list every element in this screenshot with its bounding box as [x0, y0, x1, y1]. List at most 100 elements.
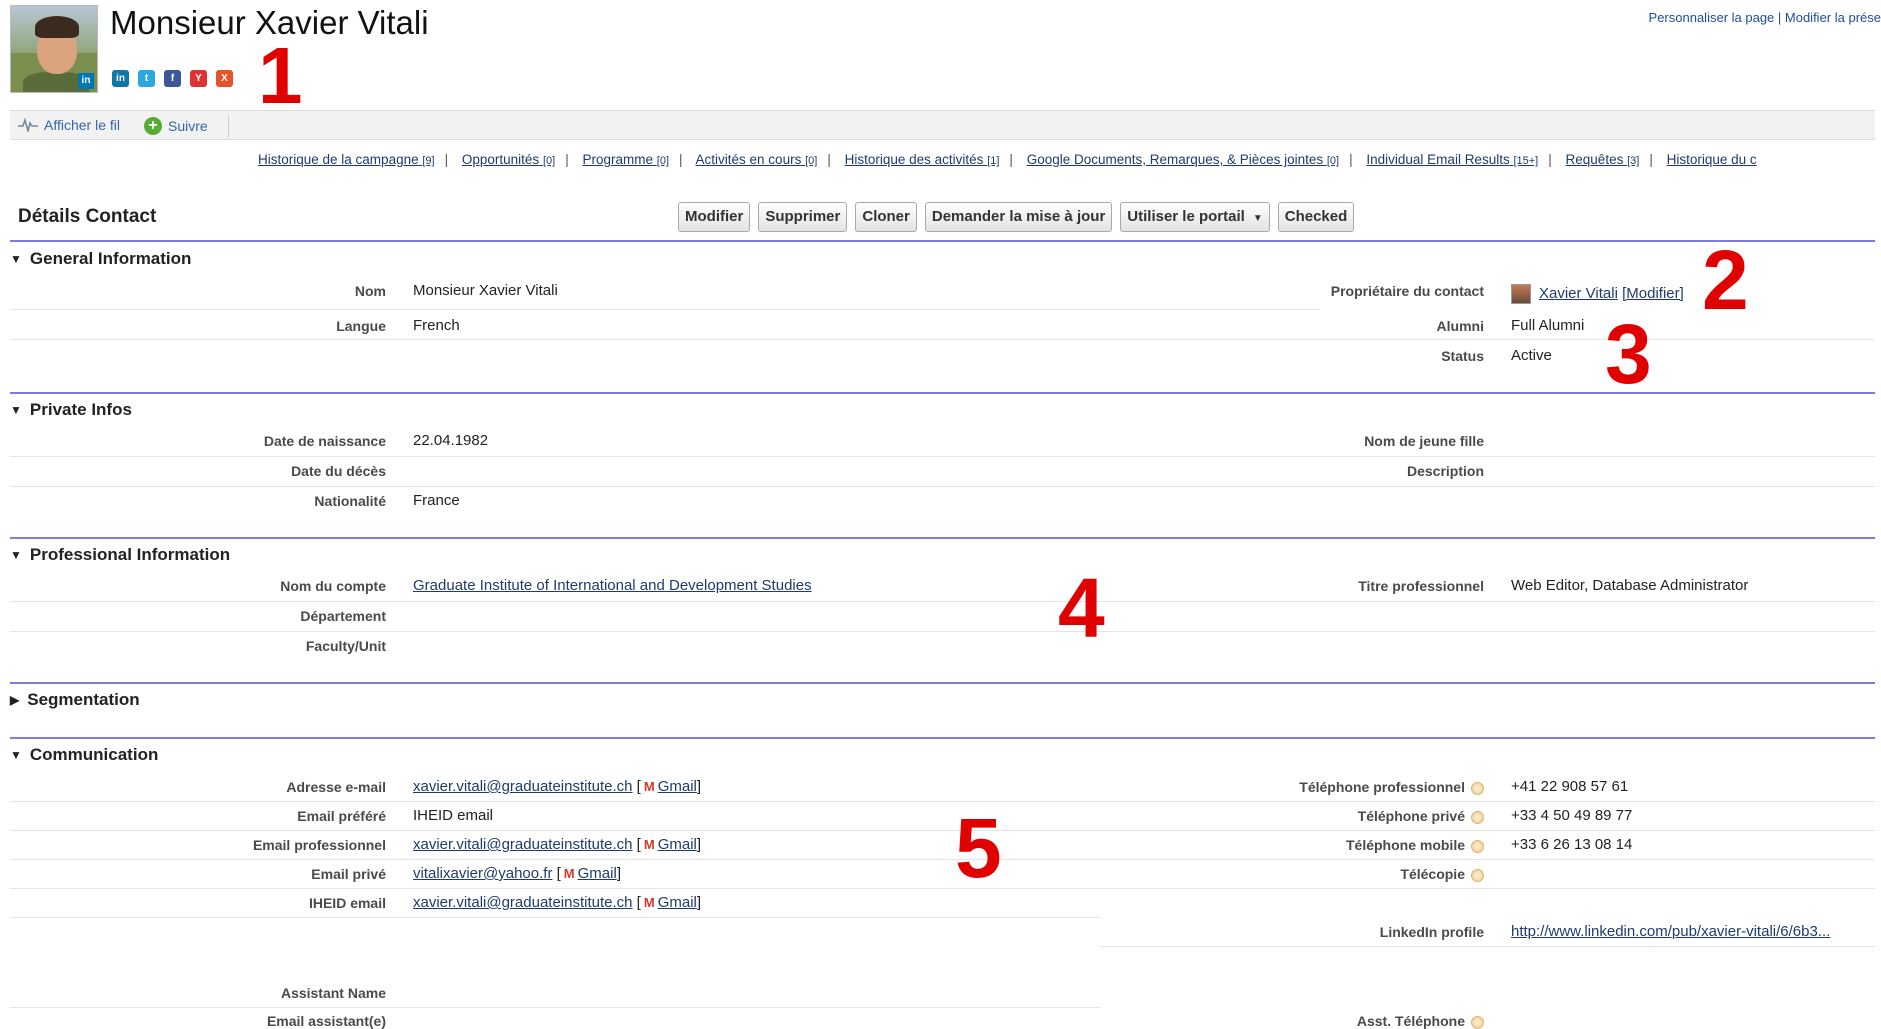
linkedin-profile-link[interactable]: http://www.linkedin.com/pub/xavier-vital…	[1511, 923, 1830, 940]
xing-icon[interactable]: X	[216, 70, 233, 87]
related-link-open-activities[interactable]: Activités en cours [0]	[696, 152, 818, 167]
section-divider	[10, 682, 1875, 684]
label-alumni: Alumni	[1436, 318, 1484, 334]
annotation-3: 3	[1605, 307, 1652, 401]
clone-button[interactable]: Cloner	[855, 202, 917, 232]
value-birthdate: 22.04.1982	[413, 432, 489, 449]
phone-dial-icon[interactable]	[1471, 781, 1484, 795]
label-private-email: Email privé	[311, 866, 386, 882]
related-link-activity-history[interactable]: Historique des activités [1]	[845, 152, 1000, 167]
row-divider	[10, 917, 1100, 918]
phone-dial-icon[interactable]	[1471, 839, 1484, 853]
section-divider	[10, 537, 1875, 539]
facebook-icon[interactable]: f	[164, 70, 181, 87]
edit-button[interactable]: Modifier	[678, 202, 751, 232]
section-professional-header[interactable]: ▼ Professional Information	[10, 545, 230, 565]
row-divider	[10, 1007, 1100, 1008]
label-private-phone: Téléphone privé	[1358, 808, 1484, 824]
section-communication-header[interactable]: ▼ Communication	[10, 745, 158, 765]
related-link-campaign-history[interactable]: Historique de la campagne [9]	[258, 152, 435, 167]
email-link[interactable]: xavier.vitali@graduateinstitute.ch	[413, 778, 633, 795]
gmail-link[interactable]: Gmail	[658, 778, 697, 795]
related-link-history[interactable]: Historique du c	[1667, 152, 1757, 167]
label-nom: Nom	[354, 283, 386, 299]
label-work-phone: Téléphone professionnel	[1299, 779, 1484, 795]
section-segmentation-header[interactable]: ▶ Segmentation	[10, 690, 140, 710]
related-link-requests[interactable]: Requêtes [3]	[1566, 152, 1640, 167]
youtube-icon[interactable]: Y	[190, 70, 207, 87]
label-work-email: Email professionnel	[252, 837, 386, 853]
label-preferred-email: Email préféré	[297, 808, 386, 824]
section-general-header[interactable]: ▼ General Information	[10, 249, 191, 269]
row-divider	[10, 801, 1875, 802]
related-lists-links: Historique de la campagne [9] | Opportuni…	[258, 152, 1757, 167]
value-iheid-email: xavier.vitali@graduateinstitute.ch [M Gma…	[413, 894, 702, 911]
phone-dial-icon[interactable]	[1471, 810, 1484, 824]
work-email-link[interactable]: xavier.vitali@graduateinstitute.ch	[413, 836, 633, 853]
plus-icon: +	[144, 117, 162, 135]
annotation-5: 5	[955, 801, 1002, 895]
label-status: Status	[1441, 348, 1484, 364]
row-divider	[10, 456, 1875, 457]
gmail-icon: M	[563, 866, 575, 881]
contact-avatar: in	[10, 5, 98, 93]
gmail-icon: M	[643, 779, 655, 794]
annotation-4: 4	[1058, 561, 1105, 655]
section-divider	[10, 392, 1875, 394]
label-email: Adresse e-mail	[286, 779, 386, 795]
collapse-triangle-icon: ▼	[10, 252, 22, 266]
follow-button[interactable]: + Suivre	[144, 117, 208, 135]
follow-label: Suivre	[168, 118, 208, 134]
value-mobile-phone: +33 6 26 13 08 14	[1511, 836, 1633, 853]
collapse-triangle-icon: ▼	[10, 403, 22, 417]
label-faculty: Faculty/Unit	[305, 638, 386, 654]
dropdown-arrow-icon: ▼	[1252, 213, 1263, 224]
value-nom: Monsieur Xavier Vitali	[413, 282, 558, 299]
show-feed-button[interactable]: Afficher le fil	[18, 117, 120, 133]
account-link[interactable]: Graduate Institute of International and …	[413, 577, 812, 594]
label-mobile-phone: Téléphone mobile	[1346, 837, 1484, 853]
edit-layout-link[interactable]: Modifier la prése	[1785, 10, 1881, 25]
social-icons: in t f Y X	[112, 70, 233, 87]
row-divider	[10, 309, 1320, 310]
related-link-email-results[interactable]: Individual Email Results [15+]	[1366, 152, 1538, 167]
owner-modify-link[interactable]: [Modifier]	[1622, 285, 1684, 302]
row-divider	[10, 830, 1875, 831]
gmail-link[interactable]: Gmail	[658, 836, 697, 853]
checked-button[interactable]: Checked	[1277, 202, 1355, 232]
gmail-link[interactable]: Gmail	[578, 865, 617, 882]
related-link-google-docs[interactable]: Google Documents, Remarques, & Pièces jo…	[1027, 152, 1339, 167]
section-divider	[10, 240, 1875, 242]
twitter-icon[interactable]: t	[138, 70, 155, 87]
related-link-programme[interactable]: Programme [0]	[582, 152, 669, 167]
detail-title: Détails Contact	[18, 206, 157, 227]
gmail-link[interactable]: Gmail	[658, 894, 697, 911]
request-update-button[interactable]: Demander la mise à jour	[924, 202, 1113, 232]
linkedin-icon[interactable]: in	[112, 70, 129, 87]
value-status: Active	[1511, 347, 1552, 364]
row-divider	[10, 486, 1875, 487]
linkedin-badge-icon: in	[78, 73, 94, 89]
private-email-link[interactable]: vitalixavier@yahoo.fr	[413, 865, 552, 882]
value-private-phone: +33 4 50 49 89 77	[1511, 807, 1633, 824]
pulse-icon	[18, 118, 38, 132]
row-divider	[10, 888, 1875, 889]
delete-button[interactable]: Supprimer	[758, 202, 848, 232]
value-owner: Xavier Vitali [Modifier]	[1511, 284, 1684, 304]
feed-divider	[228, 115, 229, 137]
label-job-title: Titre professionnel	[1358, 578, 1484, 594]
use-portal-button[interactable]: Utiliser le portail ▼	[1120, 202, 1270, 232]
row-divider	[10, 339, 1875, 340]
iheid-email-link[interactable]: xavier.vitali@graduateinstitute.ch	[413, 894, 633, 911]
section-private-header[interactable]: ▼ Private Infos	[10, 400, 132, 420]
annotation-2: 2	[1702, 233, 1749, 327]
label-langue: Langue	[336, 318, 386, 334]
section-divider	[10, 737, 1875, 739]
customize-page-link[interactable]: Personnaliser la page	[1649, 10, 1775, 25]
expand-triangle-icon: ▶	[10, 693, 20, 707]
owner-link[interactable]: Xavier Vitali	[1539, 285, 1618, 302]
value-work-email: xavier.vitali@graduateinstitute.ch [M Gma…	[413, 836, 702, 853]
phone-dial-icon[interactable]	[1471, 868, 1484, 882]
label-account-name: Nom du compte	[280, 578, 386, 594]
related-link-opportunities[interactable]: Opportunités [0]	[462, 152, 555, 167]
